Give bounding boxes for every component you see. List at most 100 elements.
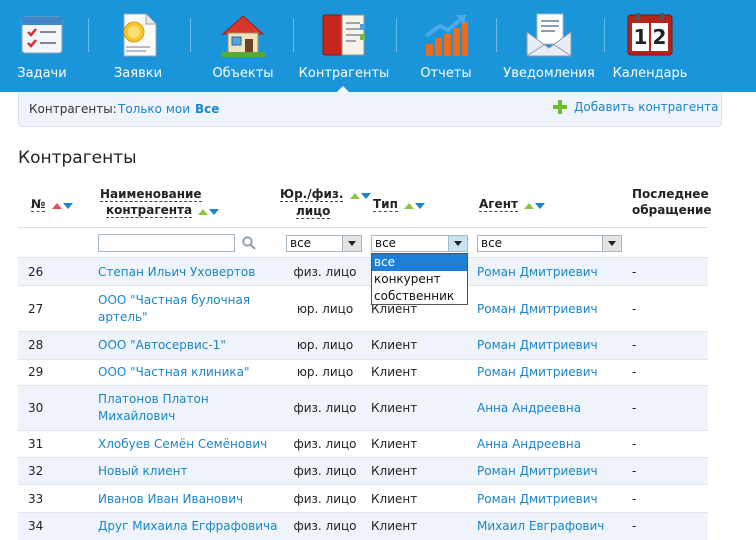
chevron-down-icon[interactable] bbox=[342, 236, 361, 251]
column-filters-row: все все все bbox=[18, 227, 708, 257]
top-navigation: Задачи Заявки Объекты Контрагенты Отчеты… bbox=[0, 0, 756, 92]
legal-form: физ. лицо bbox=[293, 519, 357, 533]
last-contact: - bbox=[632, 437, 637, 451]
header-label: лицо bbox=[296, 203, 331, 219]
counterparty-name-link[interactable]: Иванов Иван Иванович bbox=[98, 491, 278, 508]
counterparty-type: Клиент bbox=[371, 437, 418, 451]
table-row: 27 ООО "Частная булочная артель" юр. лиц… bbox=[18, 285, 708, 331]
filter-only-mine-link[interactable]: Только мои bbox=[118, 102, 190, 116]
last-contact: - bbox=[632, 464, 637, 478]
counterparty-name-link[interactable]: ООО "Автосервис-1" bbox=[98, 337, 278, 354]
column-header-type[interactable]: Тип bbox=[373, 196, 426, 213]
counterparty-type: Клиент bbox=[371, 464, 418, 478]
table-row: 26 Степан Ильич Уховертов физ. лицо Рома… bbox=[18, 257, 708, 285]
counterparty-name-link[interactable]: Друг Михаила Егфрафовича bbox=[98, 518, 278, 535]
last-contact: - bbox=[632, 365, 637, 379]
select-value: все bbox=[290, 236, 312, 250]
chevron-down-icon[interactable] bbox=[602, 236, 621, 251]
column-header-agent[interactable]: Агент bbox=[479, 196, 546, 213]
counterparty-name-link[interactable]: ООО "Частная булочная артель" bbox=[98, 292, 258, 326]
header-label: № bbox=[31, 197, 46, 212]
svg-text:1: 1 bbox=[634, 25, 648, 49]
last-contact: - bbox=[632, 401, 637, 415]
sort-arrows-icon[interactable] bbox=[524, 197, 546, 213]
header-label: Последнее bbox=[632, 187, 709, 201]
agent-link[interactable]: Роман Дмитриевич bbox=[477, 491, 598, 508]
page-title: Контрагенты bbox=[18, 148, 137, 168]
table-row: 33 Иванов Иван Иванович физ. лицо Клиент… bbox=[18, 484, 708, 512]
counterparty-name-link[interactable]: ООО "Частная клиника" bbox=[98, 364, 278, 381]
row-number: 28 bbox=[28, 338, 44, 352]
table-row: 29 ООО "Частная клиника" юр. лицо Клиент… bbox=[18, 359, 708, 385]
row-number: 34 bbox=[28, 519, 44, 533]
sort-arrows-icon[interactable] bbox=[349, 187, 371, 203]
counterparty-type: Клиент bbox=[371, 519, 418, 533]
agent-link[interactable]: Роман Дмитриевич bbox=[477, 264, 598, 281]
agent-link[interactable]: Анна Андреевна bbox=[477, 436, 581, 453]
agent-link[interactable]: Роман Дмитриевич bbox=[477, 301, 598, 318]
table-row: 31 Хлобуев Семён Семёнович физ. лицо Кли… bbox=[18, 430, 708, 457]
nav-label: Контрагенты bbox=[298, 66, 390, 81]
agent-link[interactable]: Роман Дмитриевич bbox=[477, 337, 598, 354]
agent-link[interactable]: Роман Дмитриевич bbox=[477, 463, 598, 480]
last-contact: - bbox=[632, 338, 637, 352]
counterparty-name-link[interactable]: Новый клиент bbox=[98, 463, 278, 480]
header-label: обращение bbox=[632, 203, 712, 217]
svg-text:2: 2 bbox=[653, 25, 667, 49]
nav-objects[interactable]: Объекты bbox=[204, 0, 282, 92]
row-number: 30 bbox=[28, 401, 44, 415]
nav-reports[interactable]: Отчеты bbox=[408, 0, 484, 92]
counterparty-type: Клиент bbox=[371, 338, 418, 352]
counterparty-type: Клиент bbox=[371, 492, 418, 506]
dropdown-option-competitor[interactable]: конкурент bbox=[372, 271, 467, 288]
envelope-icon bbox=[525, 10, 573, 60]
column-header-name[interactable]: Наименование контрагента bbox=[100, 186, 220, 219]
dropdown-option-all[interactable]: все bbox=[372, 254, 467, 271]
legal-form-filter-select[interactable]: все bbox=[286, 235, 362, 252]
agent-filter-select[interactable]: все bbox=[477, 235, 622, 252]
legal-form: юр. лицо bbox=[296, 365, 354, 379]
nav-counterparties[interactable]: Контрагенты bbox=[298, 0, 390, 92]
agent-link[interactable]: Михаил Евграфович bbox=[477, 518, 604, 535]
house-icon bbox=[219, 10, 267, 60]
nav-calendar[interactable]: 12 Календарь bbox=[610, 0, 690, 92]
nav-notifications[interactable]: Уведомления bbox=[500, 0, 598, 92]
header-label: Юр./физ. bbox=[280, 187, 344, 202]
tasks-checklist-icon bbox=[18, 10, 66, 60]
row-number: 27 bbox=[28, 302, 44, 316]
nav-label: Календарь bbox=[612, 66, 688, 81]
dropdown-option-owner[interactable]: собственник bbox=[372, 288, 467, 305]
nav-label: Заявки bbox=[113, 66, 163, 81]
type-filter-select[interactable]: все bbox=[371, 235, 468, 252]
counterparty-name-link[interactable]: Хлобуев Семён Семёнович bbox=[98, 436, 278, 453]
filter-all-link[interactable]: Все bbox=[195, 102, 219, 116]
legal-form: физ. лицо bbox=[293, 401, 357, 415]
plus-icon bbox=[553, 100, 567, 114]
sort-arrows-icon[interactable] bbox=[198, 203, 220, 219]
legal-form: физ. лицо bbox=[293, 464, 357, 478]
table-row: 34 Друг Михаила Егфрафовича физ. лицо Кл… bbox=[18, 512, 708, 540]
nav-label: Объекты bbox=[212, 66, 274, 81]
sort-arrows-icon[interactable] bbox=[404, 197, 426, 213]
add-counterparty-button[interactable]: Добавить контрагента bbox=[553, 100, 719, 114]
nav-tasks[interactable]: Задачи bbox=[4, 0, 80, 92]
agent-link[interactable]: Анна Андреевна bbox=[477, 400, 581, 417]
sort-arrows-icon[interactable] bbox=[51, 197, 73, 213]
counterparty-name-link[interactable]: Степан Ильич Уховертов bbox=[98, 264, 278, 281]
header-label: Агент bbox=[479, 197, 518, 212]
row-number: 31 bbox=[28, 437, 44, 451]
last-contact: - bbox=[632, 302, 637, 316]
address-book-icon bbox=[320, 10, 368, 60]
column-header-number[interactable]: № bbox=[31, 196, 73, 213]
column-header-legal-form[interactable]: Юр./физ. лицо bbox=[280, 186, 371, 219]
legal-form: физ. лицо bbox=[293, 265, 357, 279]
counterparty-type: Клиент bbox=[371, 401, 418, 415]
search-icon[interactable] bbox=[242, 236, 256, 250]
nav-requests[interactable]: Заявки bbox=[100, 0, 176, 92]
name-filter-input[interactable] bbox=[98, 234, 235, 252]
counterparty-name-link[interactable]: Платонов Платон Михайлович bbox=[98, 391, 228, 425]
agent-link[interactable]: Роман Дмитриевич bbox=[477, 364, 598, 381]
bar-chart-icon bbox=[422, 10, 470, 60]
chevron-down-icon[interactable] bbox=[448, 236, 467, 251]
nav-divider bbox=[190, 18, 191, 52]
